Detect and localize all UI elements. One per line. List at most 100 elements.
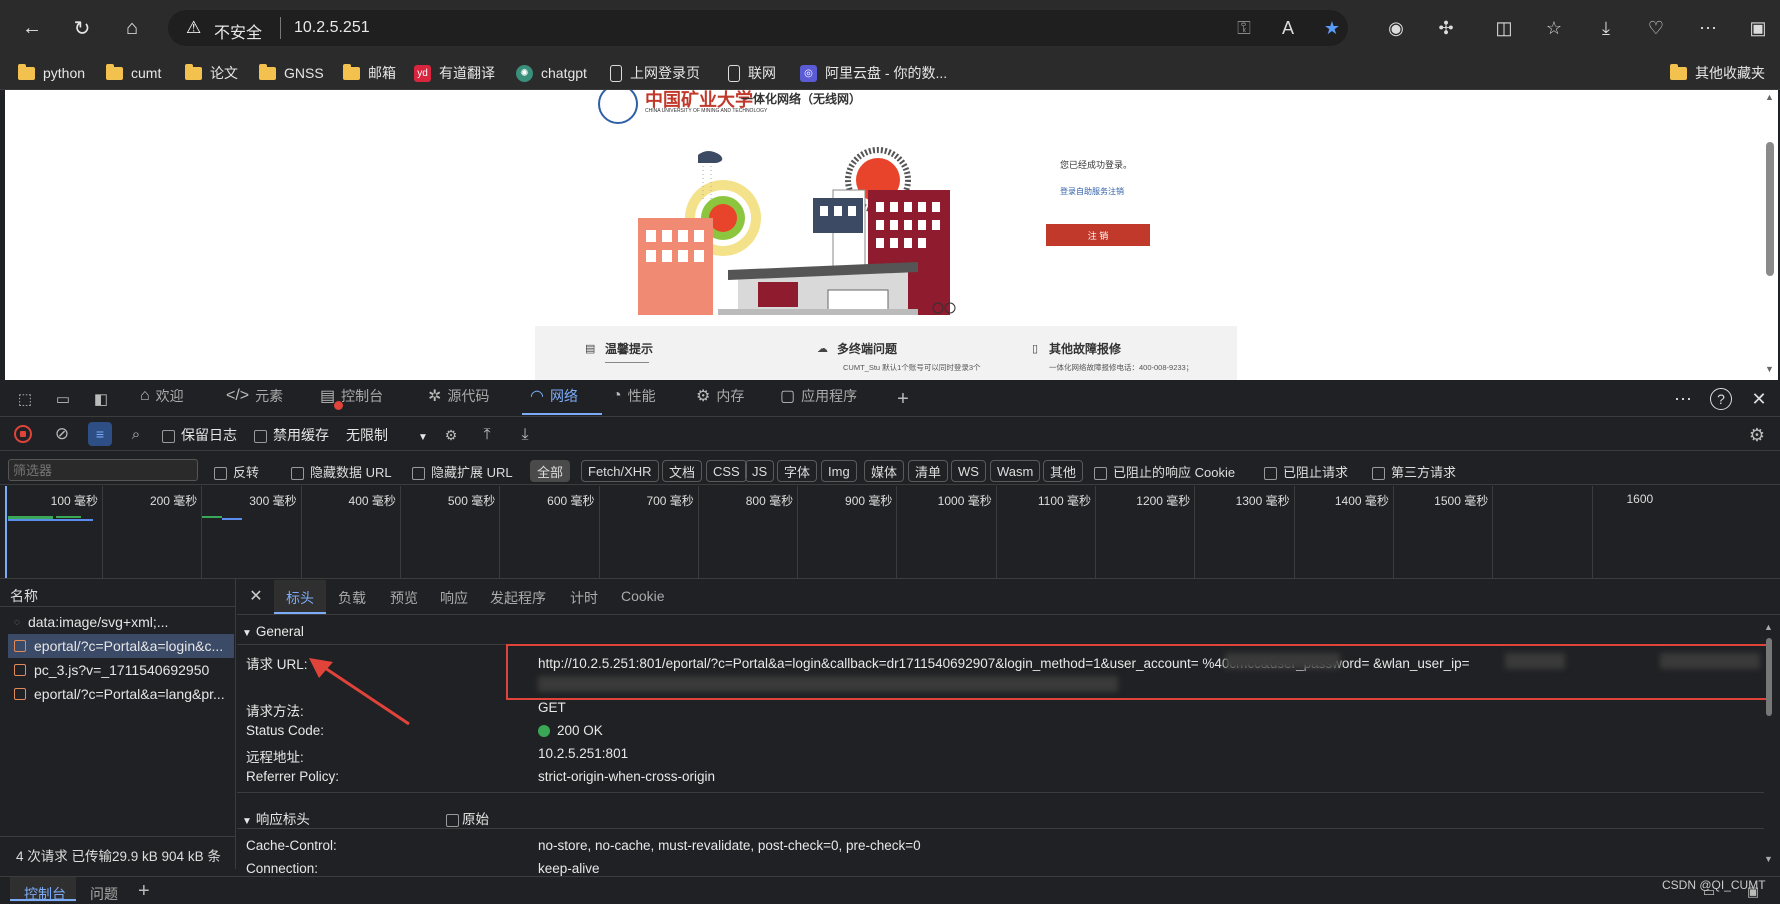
subtab-cookie[interactable]: Cookie bbox=[621, 588, 665, 604]
checkbox-box[interactable] bbox=[162, 429, 175, 443]
raw-checkbox[interactable]: 原始 bbox=[446, 808, 489, 828]
type-filter-manifest[interactable]: 清单 bbox=[908, 460, 949, 482]
download-icon[interactable]: ⤓ bbox=[1590, 12, 1622, 44]
refresh-icon[interactable]: ↻ bbox=[66, 12, 98, 44]
read-aloud-icon[interactable]: A bbox=[1272, 12, 1304, 44]
subtab-initiator[interactable]: 发起程序 bbox=[490, 588, 546, 608]
tab-performance[interactable]: ◔ 性能 bbox=[612, 380, 656, 412]
filter-input[interactable] bbox=[8, 459, 198, 481]
subtab-timing[interactable]: 计时 bbox=[570, 588, 598, 608]
bookmark-youdao[interactable]: yd 有道翻译 bbox=[414, 62, 495, 84]
type-filter-other[interactable]: 其他 bbox=[1043, 460, 1084, 482]
timeline-overview[interactable]: 100 毫秒 200 毫秒 300 毫秒 400 毫秒 500 毫秒 600 毫秒 700 … bbox=[5, 486, 1780, 578]
settings-gear-icon[interactable]: ⚙ bbox=[1746, 424, 1768, 446]
hide-ext-url-checkbox[interactable]: 隐藏扩展 URL bbox=[412, 462, 513, 481]
bookmark-papers[interactable]: 论文 bbox=[185, 62, 238, 84]
scroll-down-icon[interactable]: ▼ bbox=[1764, 854, 1773, 864]
blocked-requests-checkbox[interactable]: 已阻止请求 bbox=[1264, 462, 1348, 481]
bookmark-other-favorites[interactable]: 其他收藏夹 bbox=[1670, 62, 1765, 84]
checkbox-box[interactable] bbox=[291, 467, 304, 481]
scroll-down-icon[interactable]: ▼ bbox=[1765, 364, 1774, 374]
clear-icon[interactable]: ⊘ bbox=[52, 424, 72, 444]
self-service-link[interactable]: 登录自助服务注销 bbox=[1060, 186, 1124, 197]
add-drawer-tab-icon[interactable]: + bbox=[138, 880, 150, 903]
bookmark-login-page[interactable]: 上网登录页 bbox=[610, 62, 700, 84]
bookmark-network[interactable]: 联网 bbox=[728, 62, 776, 84]
checkbox-box[interactable] bbox=[446, 813, 459, 827]
checkbox-box[interactable] bbox=[214, 467, 227, 481]
favorite-star-icon[interactable]: ★ bbox=[1316, 12, 1348, 44]
type-filter-all[interactable]: 全部 bbox=[530, 460, 571, 482]
upload-icon[interactable]: ⤒ bbox=[476, 424, 498, 446]
request-row-pc3-js[interactable]: pc_3.js?v=_1711540692950 bbox=[8, 658, 234, 682]
type-filter-doc[interactable]: 文档 bbox=[662, 460, 703, 482]
type-filter-img[interactable]: Img bbox=[821, 460, 857, 482]
tab-application[interactable]: ▢ 应用程序 bbox=[780, 380, 857, 412]
tab-welcome[interactable]: ⌂ 欢迎 bbox=[140, 380, 184, 412]
profile-icon[interactable]: ◉ bbox=[1380, 12, 1412, 44]
download-icon[interactable]: ⤓ bbox=[514, 424, 536, 446]
extensions-icon[interactable]: ✣ bbox=[1430, 12, 1462, 44]
bookmark-cumt[interactable]: cumt bbox=[106, 62, 161, 84]
request-row-lang[interactable]: eportal/?c=Portal&a=lang&pr... bbox=[8, 682, 234, 706]
bookmark-chatgpt[interactable]: ✺ chatgpt bbox=[516, 62, 587, 84]
request-row-data-svg[interactable]: ◌ data:image/svg+xml;... bbox=[8, 610, 234, 634]
filter-icon[interactable]: ≡ bbox=[88, 422, 112, 446]
tab-sources[interactable]: ✲ 源代码 bbox=[428, 380, 489, 412]
drawer-tab-console[interactable]: 控制台 bbox=[24, 884, 66, 904]
help-icon[interactable]: ? bbox=[1710, 388, 1732, 410]
type-filter-font[interactable]: 字体 bbox=[777, 460, 818, 482]
third-party-checkbox[interactable]: 第三方请求 bbox=[1372, 462, 1456, 481]
split-screen-icon[interactable]: ◫ bbox=[1488, 12, 1520, 44]
tab-console[interactable]: ▤ 控制台 bbox=[320, 380, 383, 412]
inspect-icon[interactable]: ⬚ bbox=[14, 388, 36, 410]
type-filter-ws[interactable]: WS bbox=[951, 460, 986, 482]
url-text[interactable]: 10.2.5.251 bbox=[294, 19, 370, 37]
scroll-up-icon[interactable]: ▲ bbox=[1764, 622, 1773, 632]
network-conditions-icon[interactable]: ⚙ bbox=[440, 424, 462, 446]
invert-checkbox[interactable]: 反转 bbox=[214, 462, 259, 481]
home-icon[interactable]: ⌂ bbox=[116, 12, 148, 44]
checkbox-box[interactable] bbox=[412, 467, 425, 481]
back-icon[interactable]: ← bbox=[16, 12, 48, 44]
scroll-up-icon[interactable]: ▲ bbox=[1765, 92, 1774, 102]
address-bar[interactable]: ⚠ 不安全 10.2.5.251 ⚿ A ★ bbox=[168, 10, 1348, 46]
detail-scroll-thumb[interactable] bbox=[1766, 638, 1772, 716]
page-scrollbar[interactable]: ▲ ▼ bbox=[1762, 90, 1778, 380]
checkbox-box[interactable] bbox=[1264, 467, 1277, 481]
performance-icon[interactable]: ♡ bbox=[1640, 12, 1672, 44]
type-filter-wasm[interactable]: Wasm bbox=[990, 460, 1041, 482]
bookmark-mail[interactable]: 邮箱 bbox=[343, 62, 396, 84]
blocked-cookie-checkbox[interactable]: 已阻止的响应 Cookie bbox=[1094, 462, 1235, 481]
type-filter-media[interactable]: 媒体 bbox=[864, 460, 905, 482]
close-drawer-icon[interactable]: ▣ bbox=[1744, 884, 1762, 900]
type-filter-fetch[interactable]: Fetch/XHR bbox=[581, 460, 659, 482]
throttle-select[interactable]: 无限制 ▼ bbox=[346, 425, 428, 445]
scroll-thumb[interactable] bbox=[1766, 142, 1774, 276]
add-tab-icon[interactable]: + bbox=[892, 388, 914, 410]
name-column-header[interactable]: 名称 bbox=[10, 586, 38, 606]
timeline-start-marker[interactable] bbox=[5, 486, 7, 578]
logout-button[interactable]: 注 销 bbox=[1046, 224, 1150, 246]
request-row-login[interactable]: eportal/?c=Portal&a=login&c... bbox=[8, 634, 234, 658]
more-icon[interactable]: ⋯ bbox=[1692, 12, 1724, 44]
response-headers-toggle[interactable]: ▼ 响应标头 bbox=[242, 808, 310, 828]
subtab-preview[interactable]: 预览 bbox=[390, 588, 418, 608]
close-detail-icon[interactable]: ✕ bbox=[246, 586, 266, 606]
close-icon[interactable]: ✕ bbox=[1748, 388, 1770, 410]
hide-data-url-checkbox[interactable]: 隐藏数据 URL bbox=[291, 462, 392, 481]
drawer-tab-issues[interactable]: 问题 bbox=[90, 884, 118, 904]
preserve-log-checkbox[interactable]: 保留日志 bbox=[162, 425, 237, 445]
sidebar-toggle-icon[interactable]: ▣ bbox=[1742, 12, 1774, 44]
checkbox-box[interactable] bbox=[1372, 467, 1385, 481]
bookmark-gnss[interactable]: GNSS bbox=[259, 62, 324, 84]
bookmark-python[interactable]: python bbox=[18, 62, 85, 84]
dock-drawer-icon[interactable]: ▭ bbox=[1700, 884, 1718, 900]
favorites-icon[interactable]: ☆ bbox=[1538, 12, 1570, 44]
subtab-payload[interactable]: 负载 bbox=[338, 588, 366, 608]
subtab-response[interactable]: 响应 bbox=[440, 588, 468, 608]
type-filter-js[interactable]: JS bbox=[745, 460, 775, 482]
tab-elements[interactable]: </> 元素 bbox=[226, 380, 283, 412]
device-icon[interactable]: ▭ bbox=[52, 388, 74, 410]
more-icon[interactable]: ⋯ bbox=[1672, 388, 1694, 410]
